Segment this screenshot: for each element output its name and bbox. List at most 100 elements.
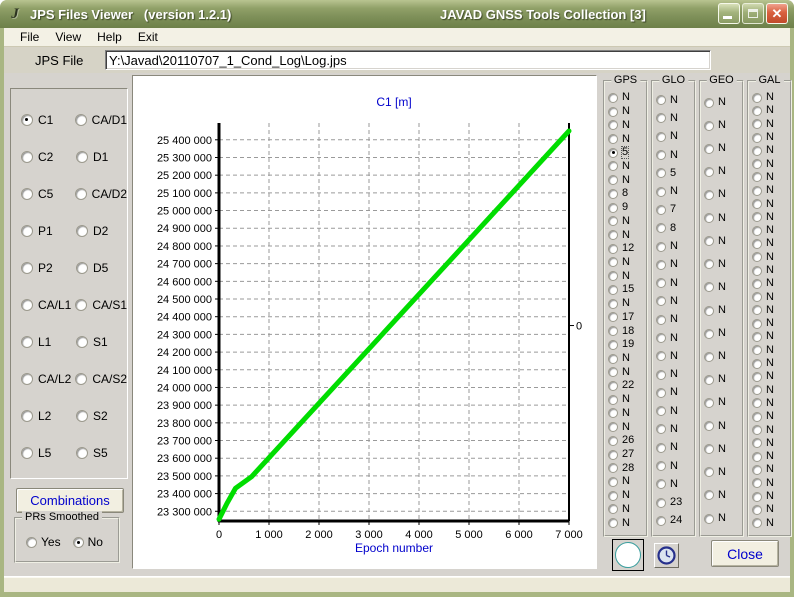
gps-sat-30-option[interactable]: N	[608, 489, 646, 503]
geo-sat-19-radio[interactable]	[704, 514, 714, 524]
combinations-button[interactable]: Combinations	[16, 488, 124, 513]
gps-sat-21-option[interactable]: N	[608, 365, 646, 379]
geo-sat-3-option[interactable]: N	[704, 137, 742, 160]
glo-sat-5-radio[interactable]	[656, 168, 666, 178]
gal-sat-3-option[interactable]: N	[752, 118, 790, 131]
gps-sat-20-option[interactable]: N	[608, 352, 646, 366]
gal-sat-19-option[interactable]: N	[752, 330, 790, 343]
gal-sat-1-radio[interactable]	[752, 93, 762, 103]
signal-d1-radio[interactable]	[76, 151, 88, 163]
gal-sat-18-radio[interactable]	[752, 319, 762, 329]
signal-ca-s1-radio[interactable]	[75, 299, 87, 311]
geo-sat-6-radio[interactable]	[704, 213, 714, 223]
glo-sat-16-radio[interactable]	[656, 370, 666, 380]
gal-sat-5-option[interactable]: N	[752, 144, 790, 157]
gal-sat-2-option[interactable]: N	[752, 104, 790, 117]
geo-sat-8-option[interactable]: N	[704, 253, 742, 276]
glo-sat-2-option[interactable]: N	[656, 109, 694, 127]
glo-sat-7-radio[interactable]	[656, 205, 666, 215]
gps-sat-6-radio[interactable]	[608, 161, 618, 171]
gps-sat-23-option[interactable]: N	[608, 393, 646, 407]
geo-sat-1-option[interactable]: N	[704, 91, 742, 114]
gal-sat-17-radio[interactable]	[752, 305, 762, 315]
gal-sat-17-option[interactable]: N	[752, 304, 790, 317]
geo-sat-6-option[interactable]: N	[704, 207, 742, 230]
glo-sat-9-radio[interactable]	[656, 242, 666, 252]
glo-sat-20-radio[interactable]	[656, 443, 666, 453]
gal-sat-4-radio[interactable]	[752, 133, 762, 143]
geo-sat-16-option[interactable]: N	[704, 438, 742, 461]
gal-sat-16-option[interactable]: N	[752, 290, 790, 303]
signal-option-p1[interactable]: P1	[21, 224, 76, 238]
signal-option-ca-d2[interactable]: CA/D2	[75, 187, 127, 201]
signal-option-ca-l1[interactable]: CA/L1	[21, 298, 75, 312]
gal-sat-11-option[interactable]: N	[752, 224, 790, 237]
gal-sat-9-radio[interactable]	[752, 199, 762, 209]
gps-sat-29-option[interactable]: N	[608, 475, 646, 489]
gps-sat-19-option[interactable]: 19	[608, 338, 646, 352]
signal-option-ca-s1[interactable]: CA/S1	[75, 298, 127, 312]
gps-sat-14-option[interactable]: N	[608, 269, 646, 283]
signal-l2-radio[interactable]	[21, 410, 33, 422]
glo-sat-18-radio[interactable]	[656, 406, 666, 416]
signal-option-p2[interactable]: P2	[21, 261, 76, 275]
menu-item-view[interactable]: View	[47, 29, 89, 46]
gps-sat-6-option[interactable]: N	[608, 160, 646, 174]
gps-sat-32-option[interactable]: N	[608, 516, 646, 530]
signal-option-d5[interactable]: D5	[76, 261, 108, 275]
gal-sat-33-option[interactable]: N	[752, 517, 790, 530]
geo-sat-7-radio[interactable]	[704, 236, 714, 246]
gps-sat-24-radio[interactable]	[608, 408, 618, 418]
prs-yes-radio[interactable]	[26, 537, 37, 548]
geo-sat-16-radio[interactable]	[704, 444, 714, 454]
geo-sat-2-radio[interactable]	[704, 121, 714, 131]
glo-sat-4-option[interactable]: N	[656, 146, 694, 164]
gal-sat-21-radio[interactable]	[752, 359, 762, 369]
geo-sat-18-radio[interactable]	[704, 490, 714, 500]
geo-sat-13-radio[interactable]	[704, 375, 714, 385]
gal-sat-22-option[interactable]: N	[752, 370, 790, 383]
gps-sat-3-option[interactable]: N	[608, 118, 646, 132]
gps-sat-8-radio[interactable]	[608, 189, 618, 199]
gal-sat-9-option[interactable]: N	[752, 197, 790, 210]
gps-sat-7-option[interactable]: N	[608, 173, 646, 187]
glo-sat-1-radio[interactable]	[656, 95, 666, 105]
glo-sat-11-radio[interactable]	[656, 278, 666, 288]
gal-sat-25-radio[interactable]	[752, 412, 762, 422]
gal-sat-23-option[interactable]: N	[752, 384, 790, 397]
menu-item-file[interactable]: File	[12, 29, 47, 46]
glo-sat-23-option[interactable]: 23	[656, 494, 694, 512]
gal-sat-10-radio[interactable]	[752, 212, 762, 222]
gal-sat-24-option[interactable]: N	[752, 397, 790, 410]
gps-sat-21-radio[interactable]	[608, 367, 618, 377]
signal-c2-radio[interactable]	[21, 151, 33, 163]
glo-sat-3-radio[interactable]	[656, 132, 666, 142]
gal-sat-30-option[interactable]: N	[752, 477, 790, 490]
gal-sat-13-radio[interactable]	[752, 252, 762, 262]
gal-sat-29-radio[interactable]	[752, 465, 762, 475]
gps-sat-8-option[interactable]: 8	[608, 187, 646, 201]
gps-sat-3-radio[interactable]	[608, 120, 618, 130]
gps-sat-29-radio[interactable]	[608, 477, 618, 487]
gps-sat-15-option[interactable]: 15	[608, 283, 646, 297]
gps-sat-9-radio[interactable]	[608, 203, 618, 213]
prs-no-radio[interactable]	[73, 537, 84, 548]
signal-option-d2[interactable]: D2	[76, 224, 108, 238]
glo-sat-14-option[interactable]: N	[656, 329, 694, 347]
gal-sat-25-option[interactable]: N	[752, 410, 790, 423]
glo-sat-13-option[interactable]: N	[656, 311, 694, 329]
geo-sat-9-option[interactable]: N	[704, 276, 742, 299]
gps-sat-4-option[interactable]: N	[608, 132, 646, 146]
gps-sat-31-radio[interactable]	[608, 504, 618, 514]
geo-sat-15-radio[interactable]	[704, 421, 714, 431]
signal-s1-radio[interactable]	[76, 336, 88, 348]
gps-sat-18-option[interactable]: 18	[608, 324, 646, 338]
gal-sat-29-option[interactable]: N	[752, 463, 790, 476]
geo-sat-14-option[interactable]: N	[704, 391, 742, 414]
gal-sat-8-radio[interactable]	[752, 186, 762, 196]
geo-sat-11-option[interactable]: N	[704, 322, 742, 345]
geo-sat-5-option[interactable]: N	[704, 183, 742, 206]
geo-sat-10-radio[interactable]	[704, 306, 714, 316]
gps-sat-11-option[interactable]: N	[608, 228, 646, 242]
gps-sat-5-option[interactable]: 5	[608, 146, 646, 160]
